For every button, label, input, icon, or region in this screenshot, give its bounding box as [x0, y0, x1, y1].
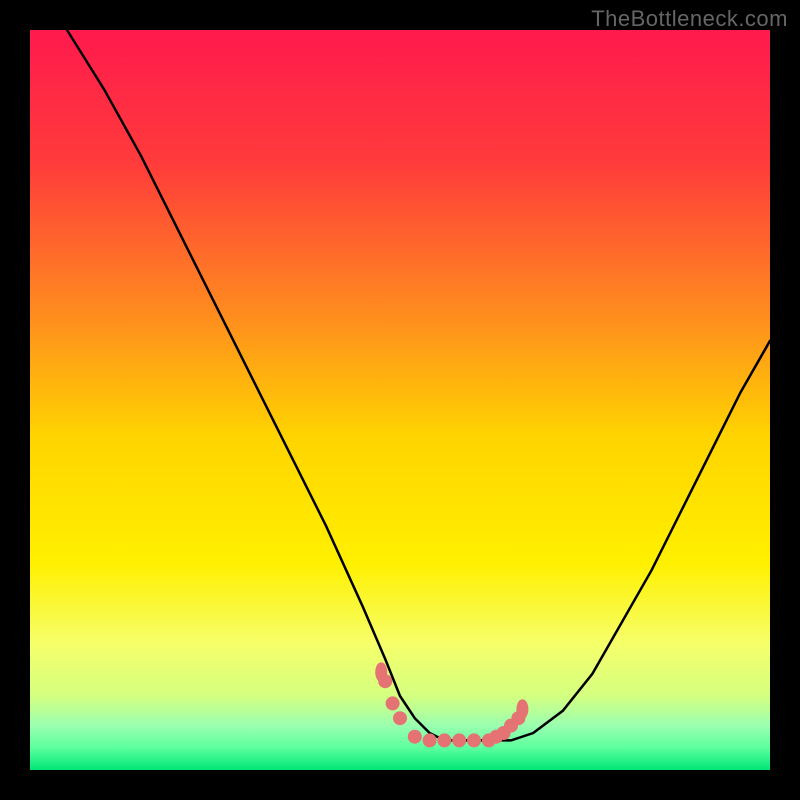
chart-container: TheBottleneck.com [0, 0, 800, 800]
marker-point [452, 733, 466, 747]
marker-dash [375, 662, 387, 682]
marker-dash [516, 699, 528, 719]
marker-point [393, 711, 407, 725]
chart-svg [30, 30, 770, 770]
marker-point [437, 733, 451, 747]
watermark-text: TheBottleneck.com [591, 6, 788, 32]
marker-point [423, 733, 437, 747]
marker-point [386, 696, 400, 710]
gradient-background [30, 30, 770, 770]
plot-area [30, 30, 770, 770]
marker-point [467, 733, 481, 747]
marker-point [408, 730, 422, 744]
